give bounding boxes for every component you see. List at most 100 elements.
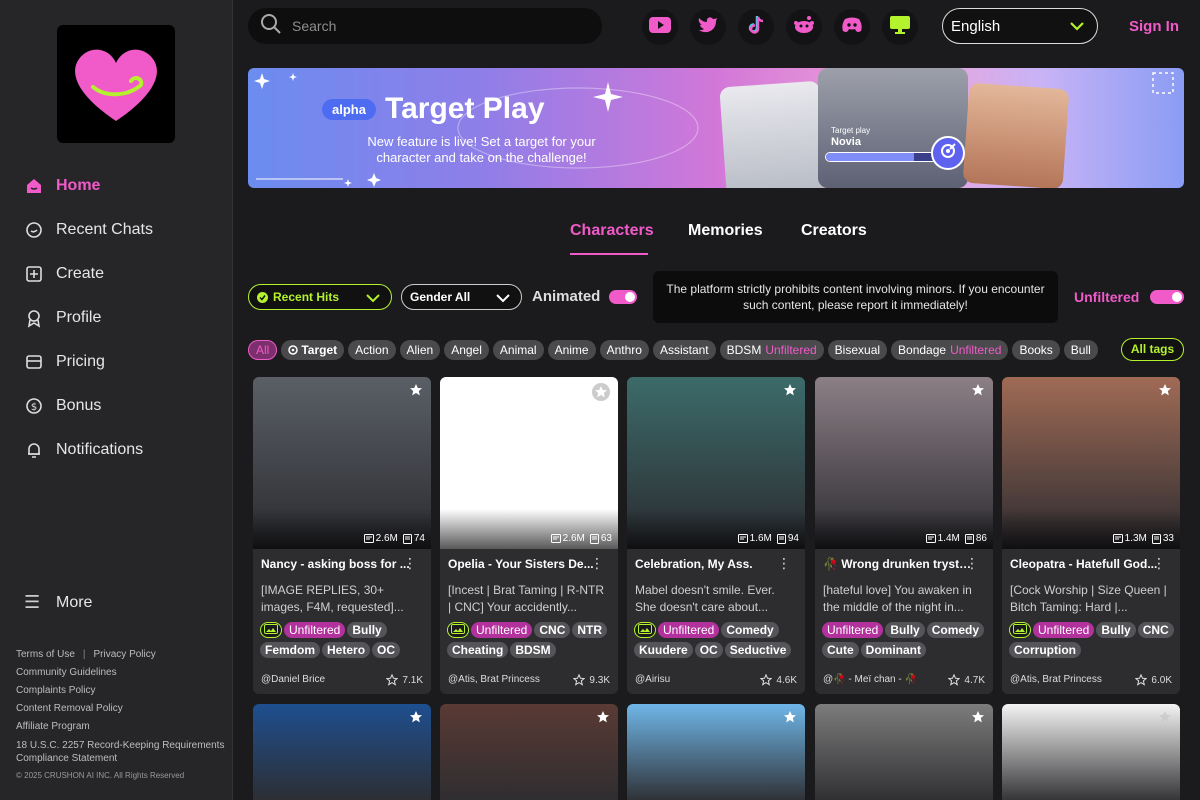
guidelines-link[interactable]: Community Guidelines — [16, 664, 228, 682]
sidebar-item-home[interactable]: Home — [0, 164, 233, 208]
favorite-star-icon[interactable] — [409, 710, 423, 729]
tab-characters[interactable]: Characters — [570, 222, 654, 240]
card-tag: Seductive — [724, 642, 792, 658]
tab-creators[interactable]: Creators — [801, 222, 867, 240]
chats-count: 86 — [975, 533, 987, 544]
tag-label: Alien — [406, 343, 434, 357]
sidebar-item-notifications[interactable]: Notifications — [0, 428, 233, 472]
creator-name[interactable]: @Atis, Brat Princess — [1010, 674, 1102, 685]
tag-chip[interactable]: Angel — [444, 340, 489, 360]
sidebar-item-label: Profile — [56, 309, 102, 326]
creator-name[interactable]: @Airisu — [635, 674, 670, 685]
search-input[interactable] — [292, 18, 572, 34]
favorite-star-icon[interactable] — [783, 383, 797, 402]
sidebar-item-recent-chats[interactable]: Recent Chats — [0, 208, 233, 252]
tab-memories[interactable]: Memories — [688, 222, 763, 240]
favorite-star-icon[interactable] — [783, 710, 797, 729]
character-card[interactable] — [627, 704, 805, 800]
animated-toggle[interactable] — [609, 290, 637, 304]
tag-label: Target — [301, 343, 338, 357]
banner-subtitle: New feature is live! Set a target for yo… — [367, 134, 596, 165]
character-card[interactable]: 1.4M 86 🥀 Wrong drunken tryst🥀 ⋮ [hateful lo… — [815, 377, 993, 694]
reddit-button[interactable] — [786, 9, 822, 45]
tag-label: Books — [1019, 343, 1053, 357]
target-play-button[interactable] — [931, 136, 965, 170]
tag-chip[interactable]: Assistant — [652, 340, 716, 360]
tag-chip[interactable]: Bisexual — [827, 340, 888, 360]
character-card[interactable] — [1002, 704, 1180, 800]
tag-chip[interactable]: Bull — [1063, 340, 1098, 360]
language-select[interactable]: English — [942, 8, 1098, 44]
card-title: Cleopatra - Hatefull God... — [1010, 557, 1158, 571]
more-options-icon[interactable]: ⋮ — [777, 555, 791, 572]
tiktok-button[interactable] — [738, 9, 774, 45]
tag-label: Angel — [451, 343, 482, 357]
logo[interactable] — [57, 25, 175, 143]
sidebar-item-create[interactable]: Create — [0, 252, 233, 296]
tag-chip[interactable]: BDSM Unfiltered — [719, 340, 824, 360]
desktop-app-button[interactable] — [882, 9, 918, 45]
sidebar-item-pricing[interactable]: Pricing — [0, 340, 233, 384]
affiliate-link[interactable]: Affiliate Program — [16, 718, 228, 736]
more-options-icon[interactable]: ⋮ — [965, 555, 979, 572]
search-bar[interactable] — [248, 8, 602, 44]
sidebar-item-profile[interactable]: Profile — [0, 296, 233, 340]
privacy-link[interactable]: Privacy Policy — [94, 646, 156, 664]
character-card[interactable] — [815, 704, 993, 800]
character-card[interactable] — [253, 704, 431, 800]
tag-chip[interactable]: Animal — [492, 340, 544, 360]
more-button[interactable]: ☰ More — [24, 592, 92, 613]
favorite-star-icon[interactable] — [592, 383, 610, 406]
character-card[interactable]: 2.6M 63 Opelia - Your Sisters De... ⋮ [Inces… — [440, 377, 618, 694]
search-icon — [260, 13, 282, 40]
creator-name[interactable]: @Atis, Brat Princess — [448, 674, 540, 685]
likes: 4.7K — [948, 674, 985, 686]
creator-name[interactable]: @🥀 - Meï chan - 🥀 — [823, 674, 917, 685]
card-tags: Unfiltered Bully CNC Corruption — [1009, 622, 1177, 662]
tag-chip[interactable]: Target — [281, 340, 345, 360]
tag-chip[interactable]: Anthro — [599, 340, 649, 360]
favorite-star-icon[interactable] — [409, 383, 423, 402]
active-tab-indicator — [570, 253, 648, 255]
chevron-down-icon — [495, 290, 511, 309]
tag-chip[interactable]: Bondage Unfiltered — [891, 340, 1009, 360]
tag-chip[interactable]: Books — [1012, 340, 1060, 360]
tag-label: Anthro — [606, 343, 642, 357]
more-options-icon[interactable]: ⋮ — [403, 555, 417, 572]
sidebar-item-bonus[interactable]: $ Bonus — [0, 384, 233, 428]
favorite-star-icon[interactable] — [971, 710, 985, 729]
favorite-star-icon[interactable] — [971, 383, 985, 402]
complaints-link[interactable]: Complaints Policy — [16, 682, 228, 700]
sort-icon — [257, 291, 268, 303]
character-card[interactable] — [440, 704, 618, 800]
favorite-star-icon[interactable] — [1158, 710, 1172, 729]
unfiltered-toggle[interactable] — [1150, 290, 1184, 304]
usc-link[interactable]: 18 U.S.C. 2257 Record-Keeping Requiremen… — [16, 739, 228, 765]
gender-select[interactable]: Gender All — [401, 284, 522, 310]
youtube-button[interactable] — [642, 9, 678, 45]
tag-chip[interactable]: All — [248, 340, 278, 360]
unfiltered-tag-suffix: Unfiltered — [765, 343, 817, 357]
character-card[interactable]: 1.6M 94 Celebration, My Ass. ⋮ Mabel doesn't… — [627, 377, 805, 694]
sign-in-button[interactable]: Sign In — [1129, 18, 1179, 35]
tag-chip[interactable]: Action — [348, 340, 396, 360]
more-options-icon[interactable]: ⋮ — [1152, 555, 1166, 572]
character-card[interactable]: 1.3M 33 Cleopatra - Hatefull God... ⋮ [Cock … — [1002, 377, 1180, 694]
removal-link[interactable]: Content Removal Policy — [16, 700, 228, 718]
all-tags-button[interactable]: All tags — [1121, 338, 1184, 361]
tag-chip[interactable]: Anime — [547, 340, 596, 360]
tag-chip[interactable]: Alien — [399, 340, 441, 360]
card-tag: Corruption — [1009, 642, 1081, 658]
favorite-star-icon[interactable] — [1158, 383, 1172, 402]
target-play-banner[interactable]: alpha Target Play New feature is live! S… — [248, 68, 1184, 188]
sort-select[interactable]: Recent Hits — [248, 284, 392, 310]
creator-name[interactable]: @Daniel Brice — [261, 674, 325, 685]
character-card[interactable]: 2.6M 74 Nancy - asking boss for ... ⋮ [IMAGE… — [253, 377, 431, 694]
favorite-star-icon[interactable] — [596, 710, 610, 729]
terms-link[interactable]: Terms of Use — [16, 646, 75, 664]
tag-label: Bull — [1070, 343, 1091, 357]
character-portrait-left — [719, 80, 827, 188]
more-options-icon[interactable]: ⋮ — [590, 555, 604, 572]
discord-button[interactable] — [834, 9, 870, 45]
twitter-button[interactable] — [690, 9, 726, 45]
